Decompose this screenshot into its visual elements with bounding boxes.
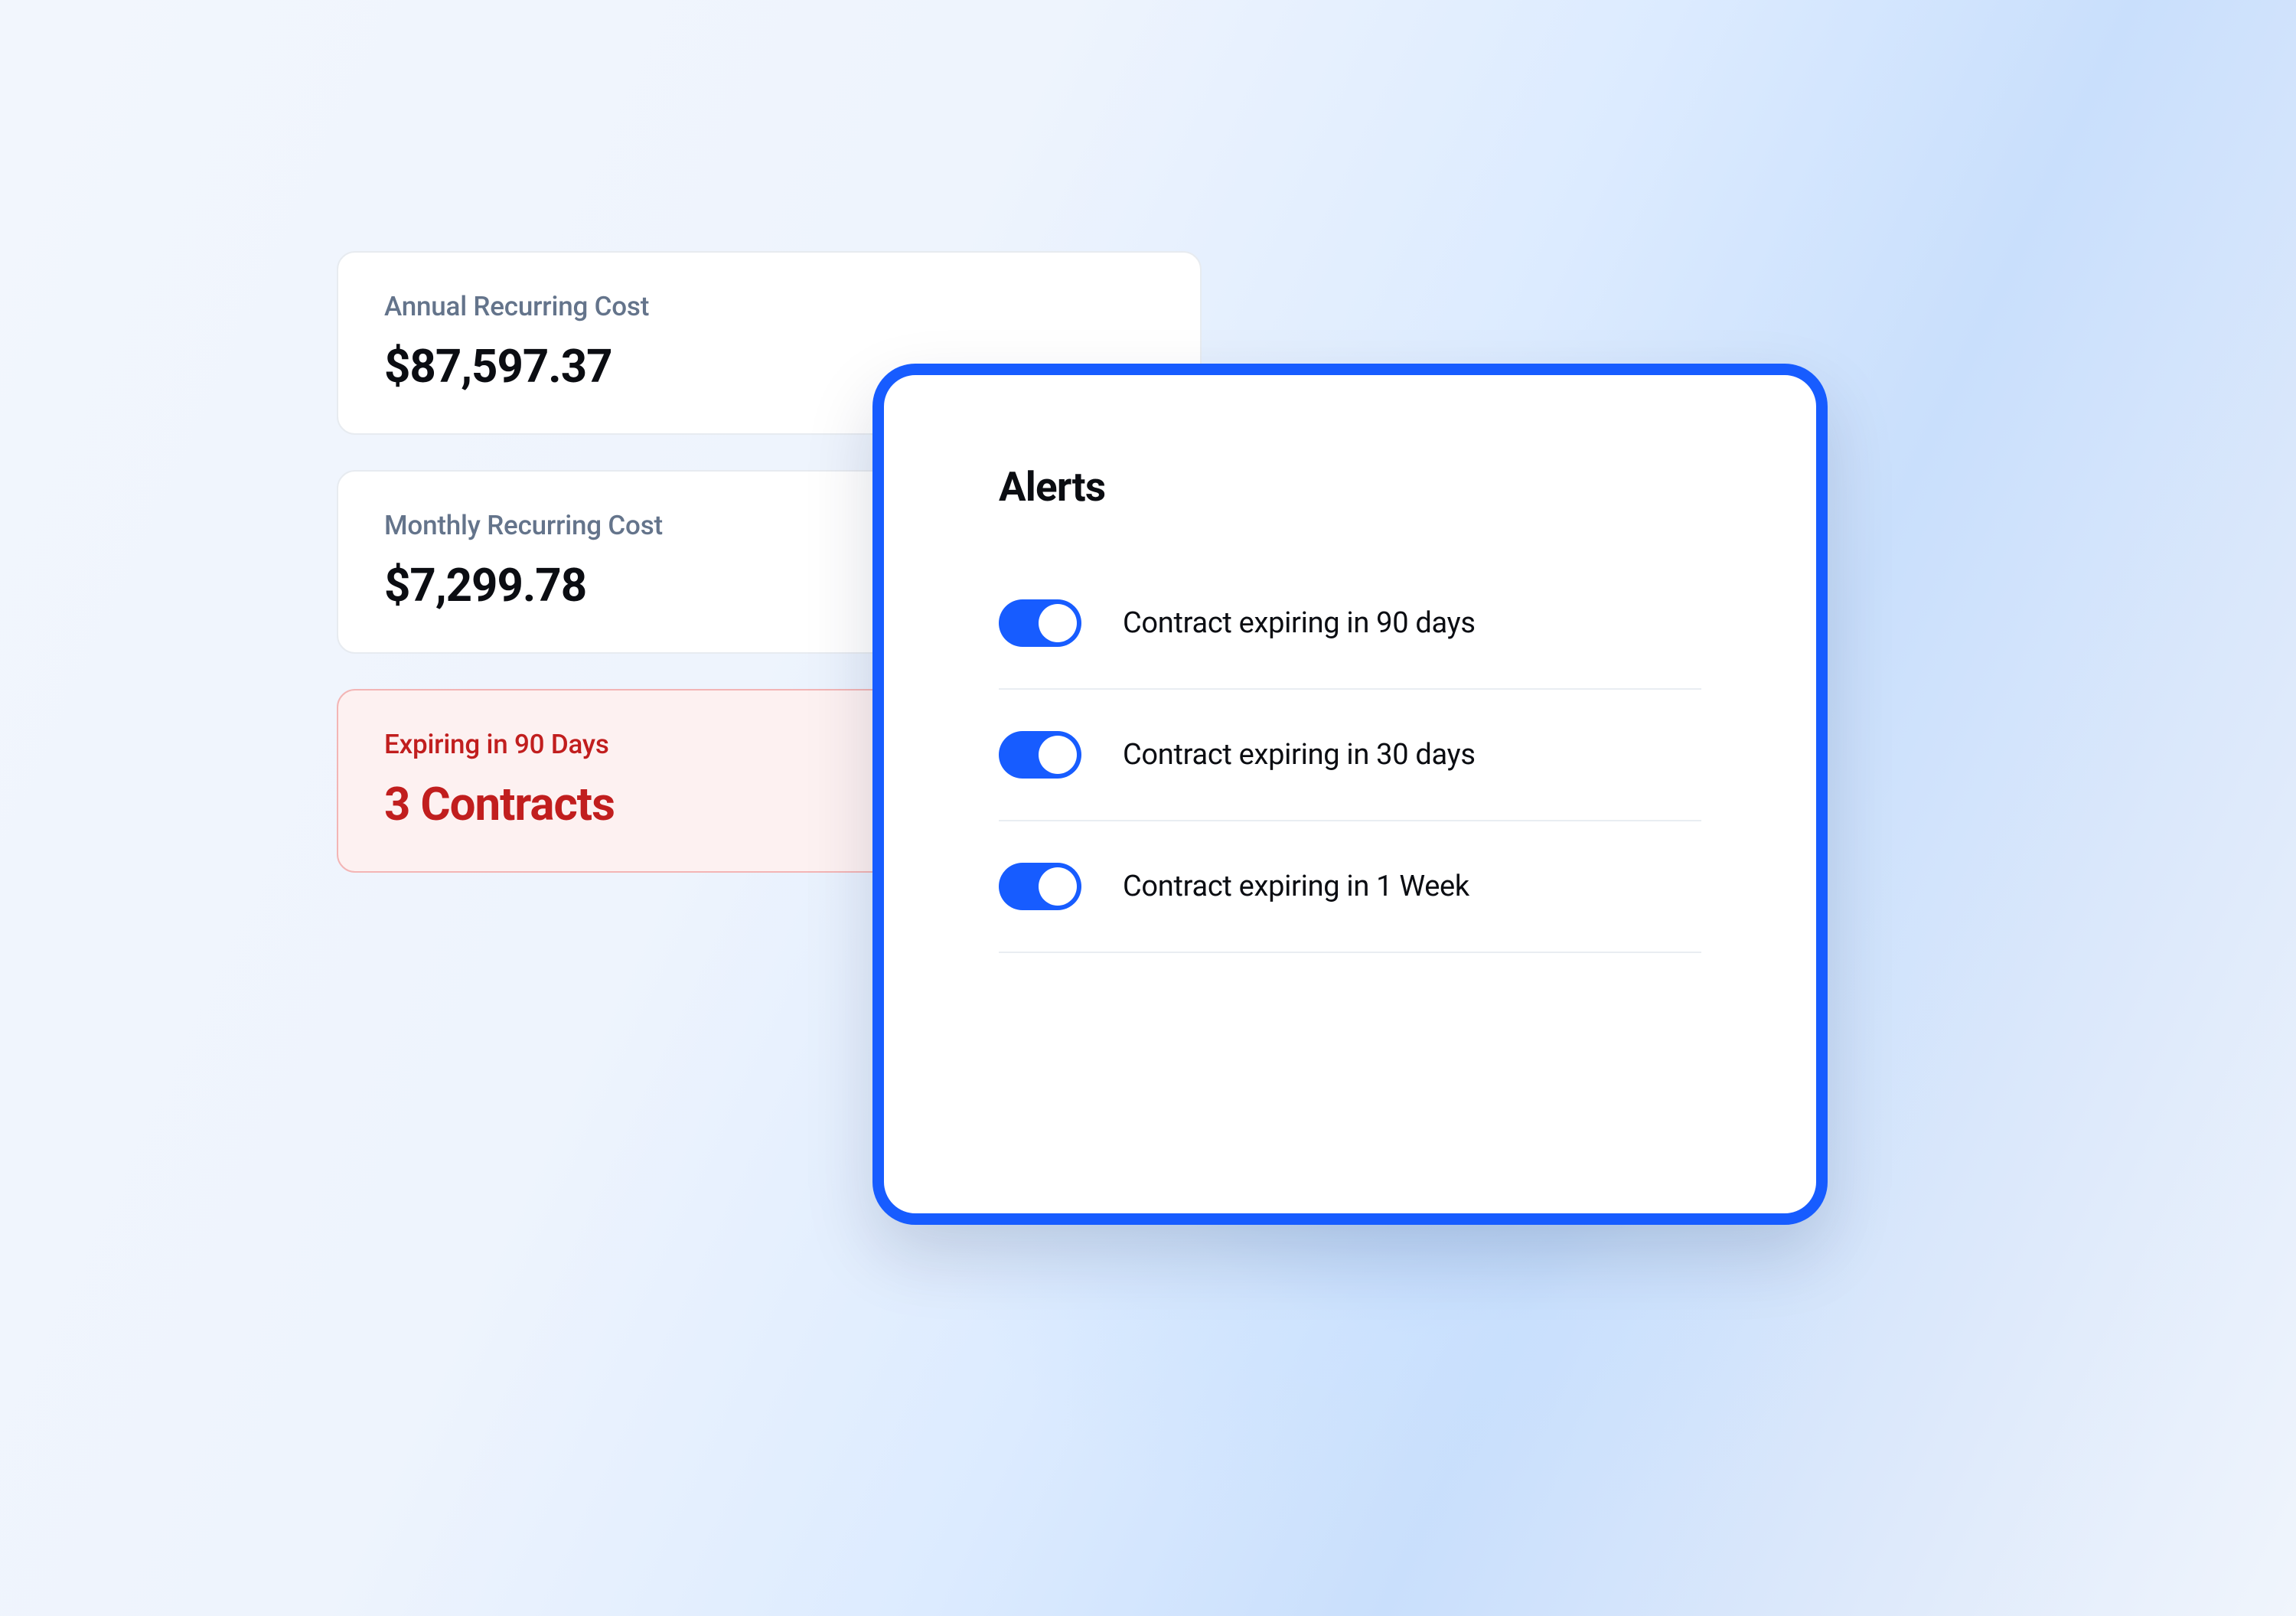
- alert-toggle-30-days[interactable]: [999, 731, 1081, 779]
- annual-cost-label: Annual Recurring Cost: [384, 291, 1154, 322]
- alert-toggle-90-days[interactable]: [999, 599, 1081, 647]
- toggle-knob: [1039, 867, 1077, 906]
- alert-label: Contract expiring in 1 Week: [1123, 870, 1469, 903]
- alert-row-30-days: Contract expiring in 30 days: [999, 690, 1701, 821]
- alert-row-1-week: Contract expiring in 1 Week: [999, 821, 1701, 953]
- alert-label: Contract expiring in 30 days: [1123, 738, 1476, 772]
- alert-toggle-1-week[interactable]: [999, 863, 1081, 910]
- toggle-knob: [1039, 604, 1077, 642]
- alerts-panel: Alerts Contract expiring in 90 days Cont…: [872, 364, 1828, 1225]
- alert-row-90-days: Contract expiring in 90 days: [999, 558, 1701, 690]
- alert-label: Contract expiring in 90 days: [1123, 606, 1476, 640]
- alerts-title: Alerts: [999, 463, 1701, 511]
- toggle-knob: [1039, 736, 1077, 774]
